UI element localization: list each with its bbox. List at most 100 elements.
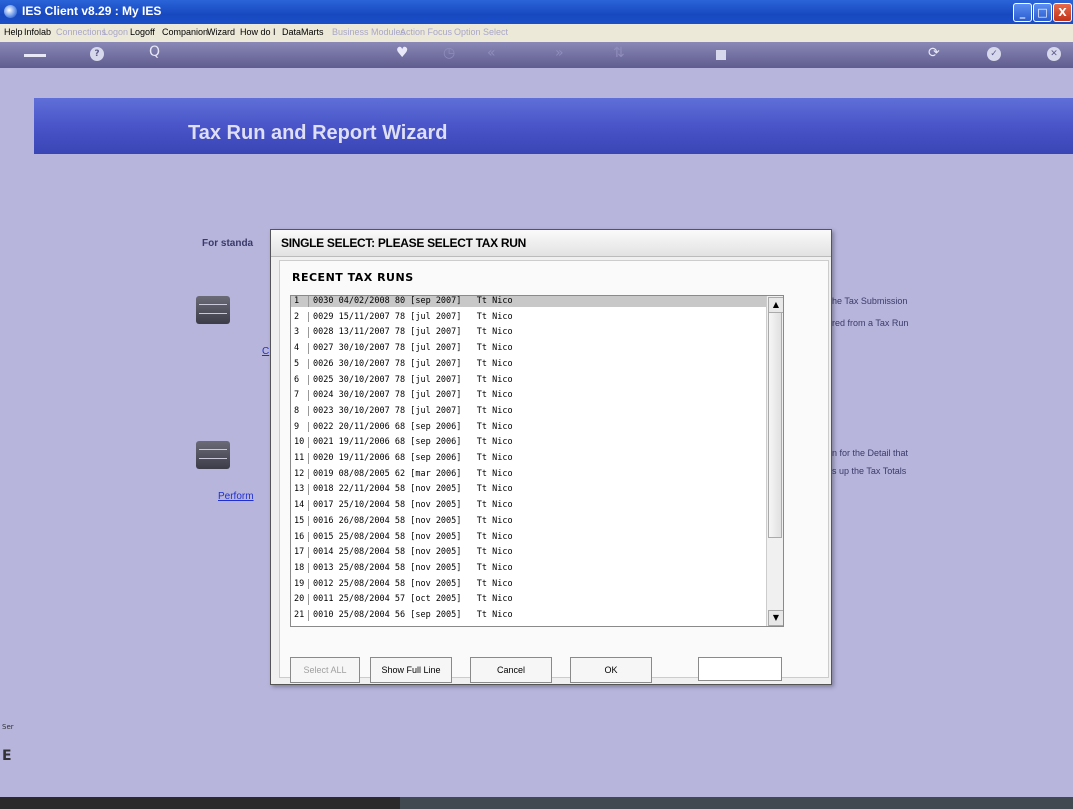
row-text: 0017 25/10/2004 58 [nov 2005] Tt Nico — [313, 500, 513, 511]
select-tax-run-dialog: SINGLE SELECT: PLEASE SELECT TAX RUN REC… — [270, 229, 832, 685]
menu-wizard[interactable]: Wizard — [207, 27, 235, 37]
cancel-button[interactable]: Cancel — [470, 657, 552, 683]
link-create[interactable]: C — [262, 346, 269, 357]
row-number: 11 — [294, 453, 305, 463]
refresh-icon[interactable]: ⟳ — [928, 45, 940, 61]
ok-button[interactable]: OK — [570, 657, 652, 683]
row-text: 0025 30/10/2007 78 [jul 2007] Tt Nico — [313, 374, 513, 385]
row-divider — [308, 327, 309, 338]
row-text: 0021 19/11/2006 68 [sep 2006] Tt Nico — [313, 437, 513, 448]
row-number: 19 — [294, 578, 305, 589]
scroll-thumb[interactable] — [768, 312, 782, 538]
menu-logoff[interactable]: Logoff — [130, 27, 155, 37]
row-number: 4 — [294, 343, 300, 354]
history-icon[interactable]: ◷ — [443, 45, 455, 61]
row-text: 0023 30/10/2007 78 [jul 2007] Tt Nico — [313, 405, 513, 416]
show-full-line-button[interactable]: Show Full Line — [370, 657, 452, 683]
list-item[interactable]: 18 0013 25/08/2004 58 [nov 2005] Tt Nico — [291, 562, 767, 574]
list-item[interactable]: 14 0017 25/10/2004 58 [nov 2005] Tt Nico — [291, 500, 767, 511]
menu-datamarts[interactable]: DataMarts — [282, 27, 324, 37]
row-text: 0024 30/10/2007 78 [jul 2007] Tt Nico — [313, 390, 513, 401]
menu-logon: Logon — [103, 27, 129, 37]
list-item[interactable]: 20 0011 25/08/2004 57 [oct 2005] Tt Nico — [291, 594, 767, 605]
row-number: 16 — [294, 531, 305, 542]
forward-icon[interactable]: » — [555, 45, 564, 61]
back-icon[interactable]: « — [487, 45, 496, 61]
list-item[interactable]: 21 0010 25/08/2004 56 [sep 2005] Tt Nico — [291, 610, 767, 621]
list-item[interactable]: 5 0026 30/10/2007 78 [jul 2007] Tt Nico — [291, 358, 767, 370]
row-text: 0018 22/11/2004 58 [nov 2005] Tt Nico — [313, 484, 513, 495]
list-item[interactable]: 19 0012 25/08/2004 58 [nov 2005] Tt Nico — [291, 578, 767, 590]
row-text: 0029 15/11/2007 78 [jul 2007] Tt Nico — [313, 311, 513, 322]
scrollbar[interactable]: ▲ ▼ — [766, 296, 783, 626]
list-item[interactable]: 11 0020 19/11/2006 68 [sep 2006] Tt Nico — [291, 453, 767, 464]
row-number: 6 — [294, 374, 300, 385]
description-text: he Tax Submission — [832, 296, 908, 306]
scroll-up-icon[interactable]: ▲ — [768, 297, 783, 313]
row-number: 12 — [294, 468, 305, 479]
window-title: IES Client v8.29 : My IES — [22, 4, 162, 18]
taskbar-strip — [0, 797, 1073, 809]
ok-icon[interactable]: ✓ — [987, 47, 1001, 61]
list-item[interactable]: 2 0029 15/11/2007 78 [jul 2007] Tt Nico — [291, 311, 767, 323]
row-number: 5 — [294, 358, 300, 369]
list-item[interactable]: 7 0024 30/10/2007 78 [jul 2007] Tt Nico — [291, 390, 767, 401]
search-icon[interactable]: Q — [149, 44, 160, 60]
row-number: 1 — [294, 296, 300, 306]
row-text: 0028 13/11/2007 78 [jul 2007] Tt Nico — [313, 327, 513, 338]
maximize-button[interactable]: □ — [1033, 3, 1052, 22]
list-item[interactable]: 4 0027 30/10/2007 78 [jul 2007] Tt Nico — [291, 343, 767, 354]
list-item[interactable]: 13 0018 22/11/2004 58 [nov 2005] Tt Nico — [291, 484, 767, 495]
row-divider — [308, 437, 309, 448]
close-window-button[interactable]: X — [1053, 3, 1072, 22]
link-perform[interactable]: Perform — [218, 491, 254, 502]
row-divider — [308, 374, 309, 385]
list-item[interactable]: 15 0016 26/08/2004 58 [nov 2005] Tt Nico — [291, 515, 767, 527]
list-item[interactable]: 1 0030 04/02/2008 80 [sep 2007] Tt Nico — [291, 296, 767, 307]
menu-help[interactable]: Help — [4, 27, 23, 37]
close-icon[interactable]: ✕ — [1047, 47, 1061, 61]
dialog-titlebar: SINGLE SELECT: PLEASE SELECT TAX RUN — [271, 230, 831, 257]
minimize-button[interactable]: _ — [1013, 3, 1032, 22]
row-text: 0026 30/10/2007 78 [jul 2007] Tt Nico — [313, 358, 513, 369]
row-number: 9 — [294, 421, 300, 432]
stop-icon[interactable] — [716, 50, 726, 60]
list-item[interactable]: 6 0025 30/10/2007 78 [jul 2007] Tt Nico — [291, 374, 767, 385]
row-number: 10 — [294, 437, 305, 448]
dialog-title: SINGLE SELECT: PLEASE SELECT TAX RUN — [281, 236, 527, 250]
server-icon — [196, 296, 230, 324]
row-text: 0014 25/08/2004 58 [nov 2005] Tt Nico — [313, 547, 513, 558]
menu-how-do-i[interactable]: How do I — [240, 27, 276, 37]
select-all-button[interactable]: Select ALL — [290, 657, 360, 683]
row-text: 0022 20/11/2006 68 [sep 2006] Tt Nico — [313, 421, 513, 432]
row-number: 21 — [294, 610, 305, 620]
step-icon[interactable]: ⇅ — [613, 45, 625, 61]
menu-connections: Connections — [56, 27, 107, 37]
key-icon[interactable] — [24, 54, 46, 57]
row-divider — [308, 578, 309, 590]
list-item[interactable]: 12 0019 08/08/2005 62 [mar 2006] Tt Nico — [291, 468, 767, 480]
row-divider — [308, 468, 309, 480]
row-divider — [308, 531, 309, 542]
help-icon[interactable]: ? — [90, 47, 104, 61]
menu-business-modules: Business Modules — [332, 27, 406, 37]
favorite-icon[interactable]: ♥ — [396, 45, 409, 61]
list-item[interactable]: 3 0028 13/11/2007 78 [jul 2007] Tt Nico — [291, 327, 767, 338]
list-item[interactable]: 9 0022 20/11/2006 68 [sep 2006] Tt Nico — [291, 421, 767, 433]
window-titlebar: IES Client v8.29 : My IES _ □ X — [0, 0, 1073, 24]
tax-run-list[interactable]: 1 0030 04/02/2008 80 [sep 2007] Tt Nico 2 0… — [290, 295, 784, 627]
row-number: 7 — [294, 390, 300, 401]
row-number: 15 — [294, 515, 305, 526]
scroll-down-icon[interactable]: ▼ — [768, 610, 783, 626]
dialog-input[interactable] — [698, 657, 782, 681]
dialog-subtitle: RECENT TAX RUNS — [292, 271, 414, 284]
list-item[interactable]: 17 0014 25/08/2004 58 [nov 2005] Tt Nico — [291, 547, 767, 558]
list-item[interactable]: 10 0021 19/11/2006 68 [sep 2006] Tt Nico — [291, 437, 767, 448]
menu-bar: Help Infolab Connections Logon Logoff Co… — [0, 24, 1073, 42]
list-item[interactable]: 8 0023 30/10/2007 78 [jul 2007] Tt Nico — [291, 405, 767, 417]
menu-infolab[interactable]: Infolab — [24, 27, 51, 37]
menu-companion[interactable]: Companion — [162, 27, 208, 37]
row-number: 17 — [294, 547, 305, 558]
row-divider — [308, 343, 309, 354]
list-item[interactable]: 16 0015 25/08/2004 58 [nov 2005] Tt Nico — [291, 531, 767, 542]
